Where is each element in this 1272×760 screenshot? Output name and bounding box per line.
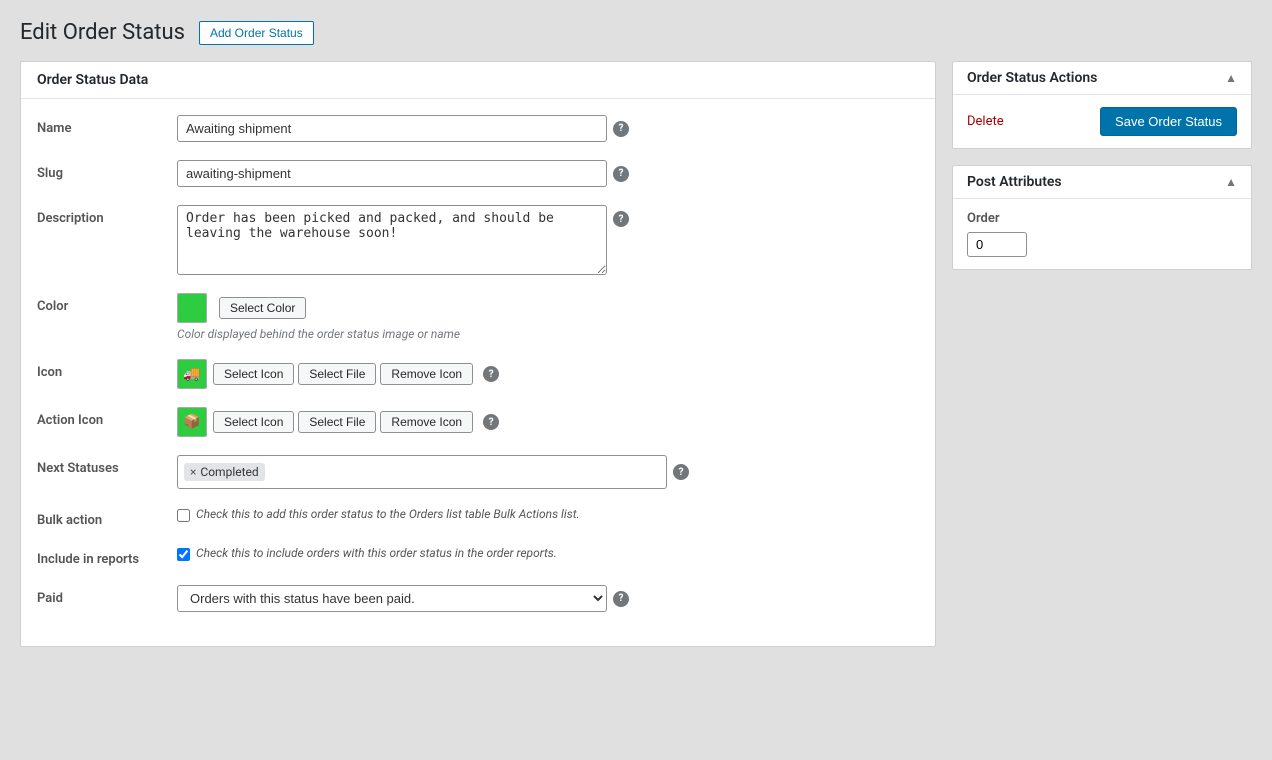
box-icon: 📦 [183, 414, 200, 430]
post-attributes-collapse-arrow[interactable]: ▲ [1225, 175, 1237, 189]
icon-help-icon: ? [483, 366, 499, 382]
slug-input[interactable] [177, 160, 607, 187]
action-icon-remove-icon-button[interactable]: Remove Icon [380, 411, 473, 433]
include-reports-field: Check this to include orders with this o… [177, 546, 919, 561]
name-label: Name [37, 115, 177, 136]
icon-remove-icon-button[interactable]: Remove Icon [380, 363, 473, 385]
save-order-status-button[interactable]: Save Order Status [1100, 107, 1237, 136]
actions-box: Order Status Actions ▲ Delete Save Order… [952, 61, 1252, 149]
include-reports-label: Include in reports [37, 546, 177, 567]
sidebar: Order Status Actions ▲ Delete Save Order… [952, 61, 1252, 270]
paid-row: Paid Orders with this status have been p… [37, 585, 919, 612]
slug-field: ? [177, 160, 919, 187]
actions-row: Delete Save Order Status [967, 107, 1237, 136]
description-label: Description [37, 205, 177, 226]
action-icon-field: 📦 Select Icon Select File Remove Icon ? [177, 407, 919, 437]
truck-icon: 🚚 [183, 366, 200, 382]
description-field: Order has been picked and packed, and sh… [177, 205, 919, 275]
name-row: Name ? [37, 115, 919, 142]
bulk-action-checkbox[interactable] [177, 509, 190, 522]
action-icon-label: Action Icon [37, 407, 177, 428]
color-swatch [177, 293, 207, 323]
post-attributes-header: Post Attributes ▲ [953, 166, 1251, 199]
actions-title: Order Status Actions [967, 70, 1097, 86]
action-icon-help-icon: ? [483, 414, 499, 430]
include-reports-text: Check this to include orders with this o… [196, 546, 557, 560]
next-statuses-help-icon: ? [673, 464, 689, 480]
paid-field: Orders with this status have been paid. … [177, 585, 919, 612]
paid-select[interactable]: Orders with this status have been paid. … [177, 585, 607, 612]
description-row: Description Order has been picked and pa… [37, 205, 919, 275]
name-input[interactable] [177, 115, 607, 142]
color-field: Select Color Color displayed behind the … [177, 293, 919, 341]
color-label: Color [37, 293, 177, 314]
action-icon-preview: 📦 [177, 407, 207, 437]
slug-label: Slug [37, 160, 177, 181]
bulk-action-row: Bulk action Check this to add this order… [37, 507, 919, 528]
paid-label: Paid [37, 585, 177, 606]
action-icon-row: Action Icon 📦 Select Icon Select File Re… [37, 407, 919, 437]
bulk-action-label: Bulk action [37, 507, 177, 528]
post-attributes-body: Order [953, 199, 1251, 269]
action-icon-select-file-button[interactable]: Select File [298, 411, 376, 433]
order-input[interactable] [967, 232, 1027, 257]
actions-collapse-arrow[interactable]: ▲ [1225, 71, 1237, 85]
name-field: ? [177, 115, 919, 142]
main-panel-title: Order Status Data [21, 62, 935, 99]
tag-label-completed: Completed [200, 465, 258, 479]
page-title: Edit Order Status [20, 20, 185, 45]
post-attributes-box: Post Attributes ▲ Order [952, 165, 1252, 270]
icon-select-icon-button[interactable]: Select Icon [213, 363, 294, 385]
completed-tag: × Completed [184, 463, 265, 481]
delete-link[interactable]: Delete [967, 114, 1004, 129]
main-panel: Order Status Data Name ? Slug [20, 61, 936, 647]
color-hint: Color displayed behind the order status … [177, 327, 919, 341]
next-statuses-field: × Completed ? [177, 455, 919, 489]
post-attributes-title: Post Attributes [967, 174, 1062, 190]
tag-remove-completed[interactable]: × [190, 465, 196, 479]
paid-help-icon: ? [613, 591, 629, 607]
slug-help-icon: ? [613, 166, 629, 182]
icon-row: Icon 🚚 Select Icon Select File Remove Ic… [37, 359, 919, 389]
include-reports-checkbox[interactable] [177, 548, 190, 561]
actions-box-body: Delete Save Order Status [953, 95, 1251, 148]
bulk-action-text: Check this to add this order status to t… [196, 507, 580, 521]
bulk-action-field: Check this to add this order status to t… [177, 507, 919, 522]
next-statuses-label: Next Statuses [37, 455, 177, 476]
select-color-button[interactable]: Select Color [219, 297, 306, 319]
icon-label: Icon [37, 359, 177, 380]
next-statuses-row: Next Statuses × Completed [37, 455, 919, 489]
icon-select-file-button[interactable]: Select File [298, 363, 376, 385]
actions-box-header: Order Status Actions ▲ [953, 62, 1251, 95]
next-statuses-multiselect[interactable]: × Completed [177, 455, 667, 489]
slug-row: Slug ? [37, 160, 919, 187]
icon-preview: 🚚 [177, 359, 207, 389]
action-icon-select-icon-button[interactable]: Select Icon [213, 411, 294, 433]
order-label: Order [967, 211, 1237, 226]
description-help-icon: ? [613, 211, 629, 227]
color-row: Color Select Color Color displayed behin… [37, 293, 919, 341]
icon-field: 🚚 Select Icon Select File Remove Icon ? [177, 359, 919, 389]
description-textarea[interactable]: Order has been picked and packed, and sh… [177, 205, 607, 275]
include-reports-row: Include in reports Check this to include… [37, 546, 919, 567]
name-help-icon: ? [613, 121, 629, 137]
main-panel-body: Name ? Slug ? [21, 99, 935, 646]
add-order-status-button[interactable]: Add Order Status [199, 21, 314, 45]
